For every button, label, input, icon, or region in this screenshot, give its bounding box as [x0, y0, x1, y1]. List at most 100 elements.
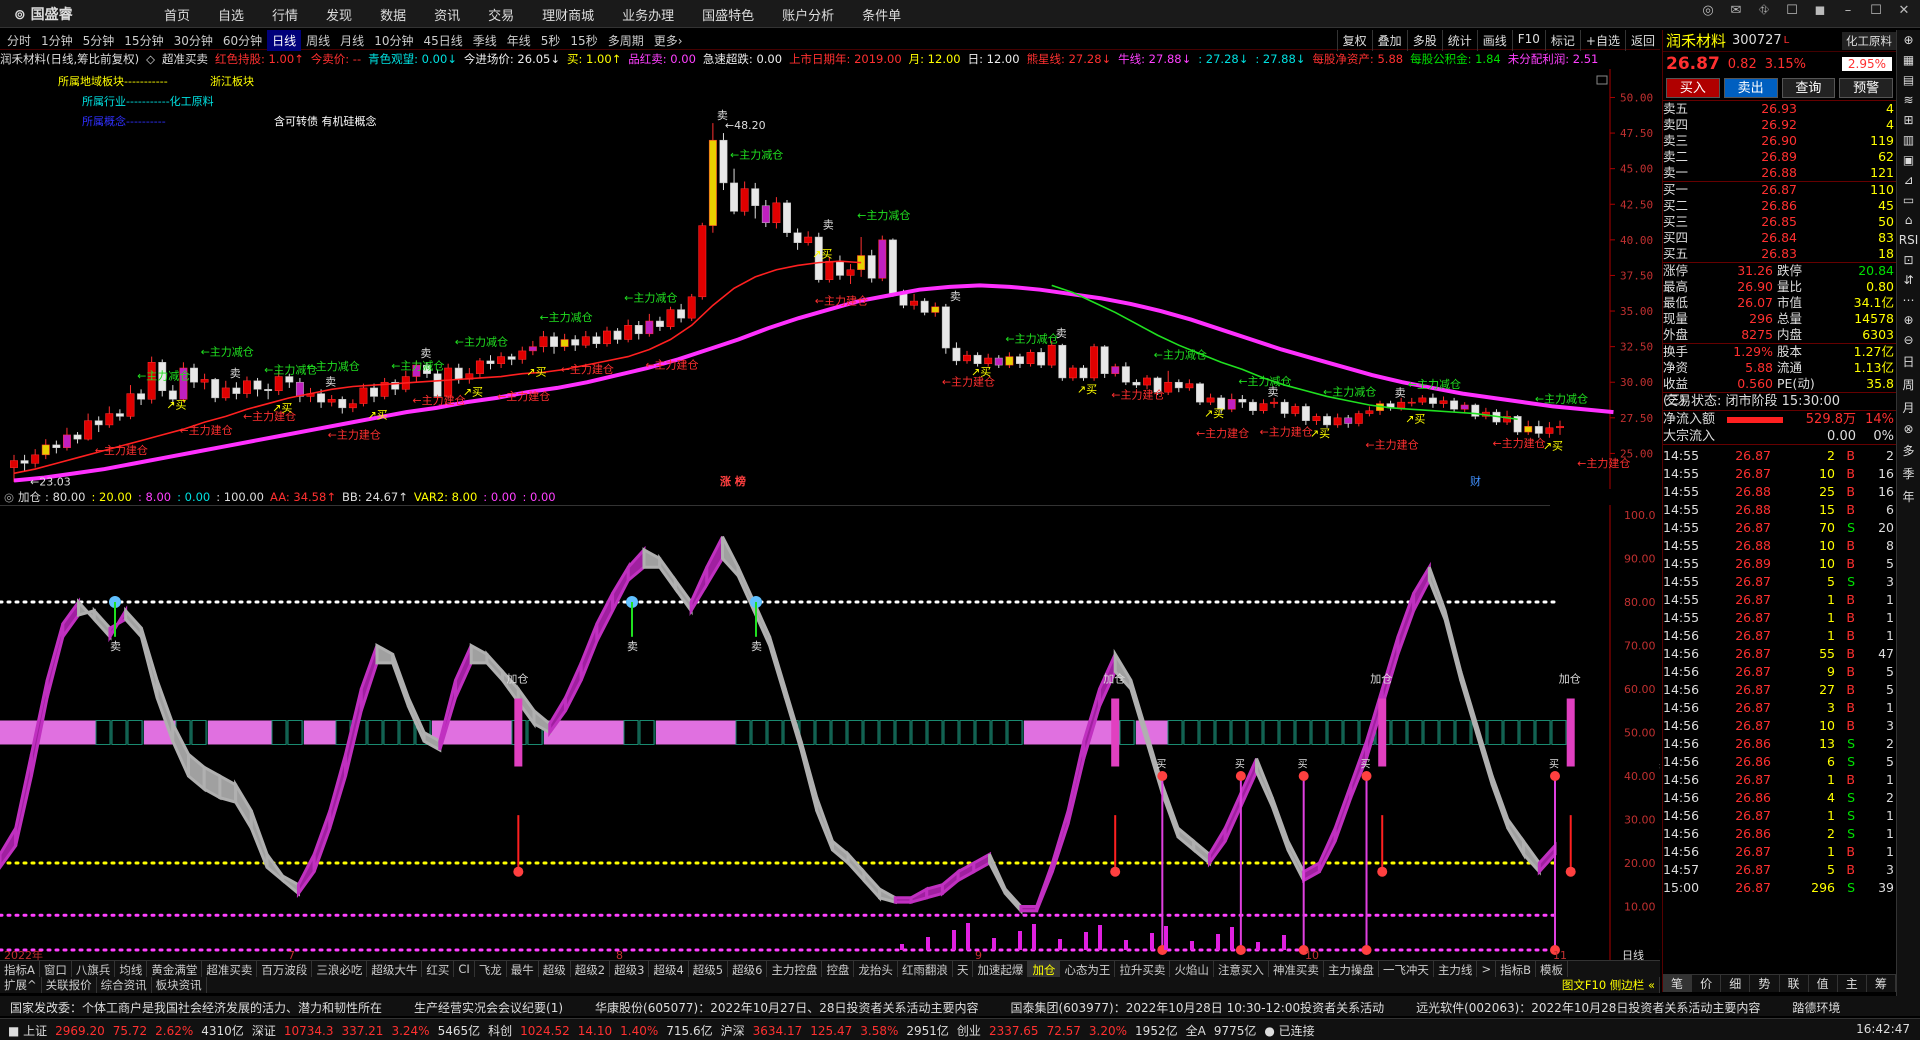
- period-tab[interactable]: 多周期: [603, 30, 649, 51]
- indicator-tab[interactable]: 火焰山: [1170, 961, 1214, 977]
- side-tool-icon[interactable]: ▣: [1897, 150, 1920, 170]
- menu-item[interactable]: 数据: [366, 5, 420, 24]
- window-button-icon[interactable]: ✉: [1726, 3, 1746, 18]
- menu-item[interactable]: 账户分析: [768, 5, 848, 24]
- indicator-tab[interactable]: 最牛: [507, 961, 539, 977]
- indicator-tab[interactable]: 天: [953, 961, 974, 977]
- side-tool-icon[interactable]: ⊕: [1897, 30, 1920, 50]
- side-tool-icon[interactable]: ⌂: [1897, 210, 1920, 230]
- news-item[interactable]: 生产经营实况会会议纪要(1): [414, 1001, 563, 1015]
- chart-tool-button[interactable]: 复权: [1336, 30, 1372, 51]
- period-tab[interactable]: 分时: [2, 30, 36, 51]
- info-tab[interactable]: 关联报价: [42, 977, 97, 993]
- news-item[interactable]: 国家发改委：个体工商户是我国社会经济发展的活力、潜力和韧性所在: [10, 1001, 382, 1015]
- indicator-tab[interactable]: 三浪必吃: [312, 961, 368, 977]
- indicator-tab[interactable]: 指标B: [1496, 961, 1536, 977]
- news-item[interactable]: 远光软件(002063)：2022年10月28日投资者关系活动主要内容: [1416, 1001, 1760, 1015]
- side-tool-icon[interactable]: ⊗: [1897, 419, 1920, 439]
- period-tab[interactable]: 周线: [301, 30, 335, 51]
- window-button-icon[interactable]: ◼: [1810, 3, 1830, 18]
- period-tab[interactable]: 30分钟: [169, 30, 218, 51]
- chart-tool-button[interactable]: 多股: [1406, 30, 1442, 51]
- indicator-tab[interactable]: 注意买入: [1214, 961, 1269, 977]
- side-tool-icon[interactable]: ▤: [1897, 70, 1920, 90]
- menu-item[interactable]: 理财商城: [528, 5, 608, 24]
- indicator-tab[interactable]: 超级6: [728, 961, 768, 977]
- side-tool-icon[interactable]: 周: [1897, 373, 1920, 396]
- subchart-collapse-icon[interactable]: ◎: [4, 490, 14, 504]
- period-tab[interactable]: 月线: [335, 30, 369, 51]
- quote-tab[interactable]: 势: [1750, 975, 1780, 992]
- chart-tool-button[interactable]: 统计: [1441, 30, 1477, 51]
- news-item[interactable]: 踏德环境: [1792, 1001, 1840, 1015]
- f10-sidebar-toggle[interactable]: 图文F10 侧边栏 «: [1558, 977, 1660, 993]
- side-tool-icon[interactable]: ⊖: [1897, 330, 1920, 350]
- window-button-icon[interactable]: ◎: [1698, 3, 1718, 18]
- period-tab[interactable]: 10分钟: [369, 30, 418, 51]
- chart-tool-button[interactable]: 返回: [1624, 30, 1660, 51]
- period-tab[interactable]: 更多›: [649, 30, 688, 51]
- period-tab[interactable]: 15分钟: [119, 30, 168, 51]
- news-item[interactable]: 华康股份(605077)：2022年10月27日、28日投资者关系活动主要内容: [595, 1001, 979, 1015]
- quote-tab[interactable]: 主: [1838, 975, 1867, 992]
- side-tool-icon[interactable]: ⊡: [1897, 250, 1920, 270]
- indicator-tab[interactable]: 超级4: [649, 961, 689, 977]
- period-tab[interactable]: 年线: [502, 30, 536, 51]
- quote-tab[interactable]: 筹: [1867, 975, 1896, 992]
- indicator-tab[interactable]: 主力线: [1434, 961, 1478, 977]
- indicator-tab[interactable]: 均线: [115, 961, 148, 977]
- period-tab[interactable]: 45日线: [418, 30, 467, 51]
- limit-up-badge[interactable]: 涨 榜: [720, 474, 746, 488]
- window-button-icon[interactable]: ☐: [1866, 3, 1886, 18]
- chart-tool-button[interactable]: 画线: [1476, 30, 1512, 51]
- side-tool-icon[interactable]: ⊿: [1897, 170, 1920, 190]
- side-tool-icon[interactable]: 季: [1897, 462, 1920, 485]
- indicator-tab[interactable]: 心态为王: [1060, 961, 1116, 977]
- indicator-tab[interactable]: 拉升买卖: [1115, 961, 1171, 977]
- period-tab[interactable]: 5秒: [536, 30, 566, 51]
- period-tab[interactable]: 15秒: [565, 30, 602, 51]
- quote-tab[interactable]: 价: [1692, 975, 1722, 992]
- side-tool-icon[interactable]: ▭: [1897, 190, 1920, 210]
- period-tab[interactable]: 日线: [267, 30, 302, 51]
- query-button[interactable]: 查询: [1781, 78, 1836, 98]
- period-tab[interactable]: 1分钟: [36, 30, 78, 51]
- info-tab[interactable]: 板块资讯: [152, 977, 207, 993]
- indicator-tab[interactable]: 龙抬头: [854, 961, 898, 977]
- menu-item[interactable]: 业务办理: [608, 5, 688, 24]
- window-button-icon[interactable]: –: [1838, 3, 1858, 18]
- indicator-tab[interactable]: 窗口: [40, 961, 72, 977]
- indicator-tab[interactable]: 超级大牛: [367, 961, 423, 977]
- indicator-tab[interactable]: 控盘: [822, 961, 855, 977]
- industry-tag[interactable]: 化工原料: [1842, 31, 1896, 50]
- indicator-subchart[interactable]: 100.0 90.00 80.00 70.00 60.00 50.00 40.00 30.00…: [0, 505, 1660, 960]
- indicator-tab[interactable]: 加仓: [1028, 961, 1061, 977]
- chart-tool-button[interactable]: +自选: [1579, 30, 1625, 51]
- side-tool-icon[interactable]: 日: [1897, 350, 1920, 373]
- period-tab[interactable]: 5分钟: [78, 30, 120, 51]
- quote-tab[interactable]: 细: [1721, 975, 1751, 992]
- indicator-tab[interactable]: 超级3: [610, 961, 650, 977]
- indicator-tab[interactable]: 超级: [539, 961, 571, 977]
- side-tool-icon[interactable]: 多: [1897, 439, 1920, 462]
- window-button-icon[interactable]: ⛗: [1754, 3, 1774, 18]
- side-tool-icon[interactable]: 月: [1897, 396, 1920, 419]
- indicator-tab[interactable]: 主力操盘: [1324, 961, 1379, 977]
- quote-tab[interactable]: 笔: [1663, 975, 1693, 992]
- buy-button[interactable]: 买入: [1666, 78, 1720, 98]
- indicator-tab[interactable]: 主力控盘: [767, 961, 823, 977]
- indicator-tab[interactable]: 指标A: [0, 961, 40, 977]
- quote-tab[interactable]: 值: [1809, 975, 1838, 992]
- kline-chart[interactable]: 25.0027.5030.0032.5035.0037.5040.0042.50…: [0, 69, 1660, 489]
- side-tool-icon[interactable]: ≋: [1897, 90, 1920, 110]
- indicator-tab[interactable]: 黄金满堂: [147, 961, 203, 977]
- side-tool-icon[interactable]: ⊞: [1897, 110, 1920, 130]
- chart-tool-button[interactable]: 叠加: [1371, 30, 1407, 51]
- side-tool-icon[interactable]: ▥: [1897, 130, 1920, 150]
- news-ticker[interactable]: 国家发改委：个体工商户是我国社会经济发展的活力、潜力和韧性所在 生产经营实况会会议…: [0, 996, 1920, 1016]
- indicator-tab[interactable]: 神准买卖: [1269, 961, 1324, 977]
- chart-tool-button[interactable]: F10: [1511, 30, 1545, 51]
- period-tab[interactable]: 季线: [468, 30, 502, 51]
- side-tool-icon[interactable]: RSI: [1897, 230, 1920, 250]
- menu-item[interactable]: 国盛特色: [688, 5, 768, 24]
